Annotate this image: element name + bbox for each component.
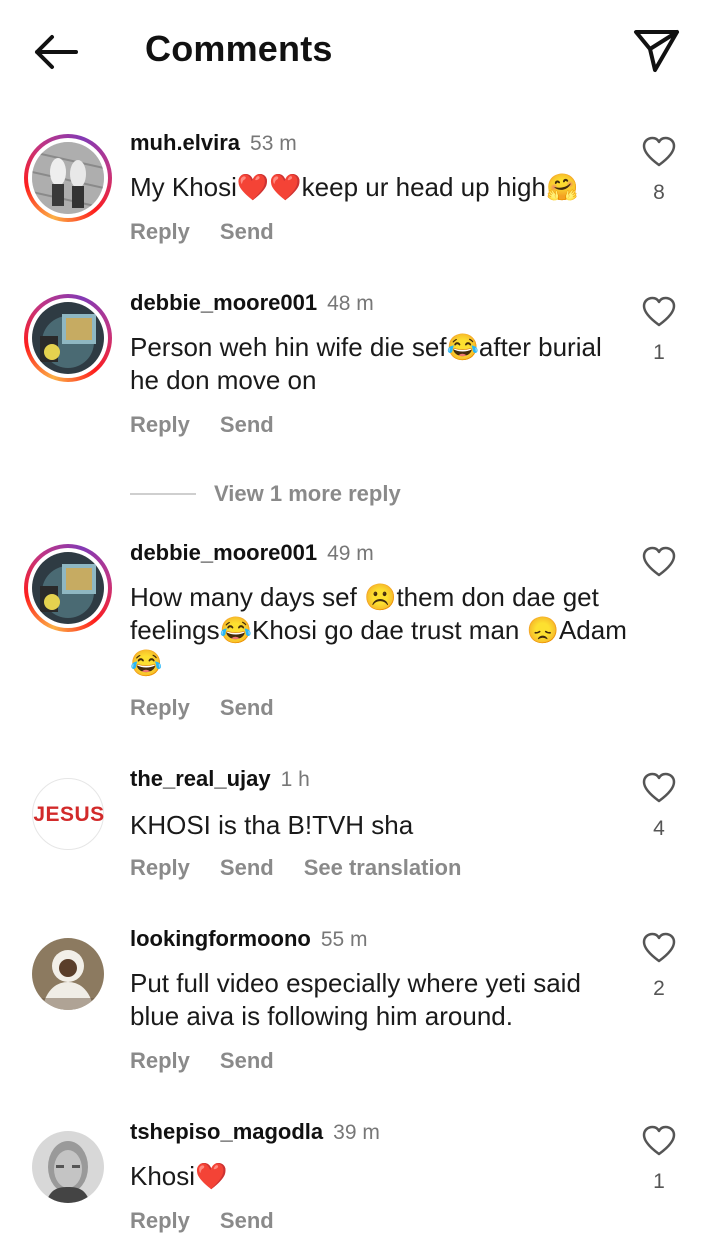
send-button[interactable]: Send xyxy=(220,1208,274,1233)
comment-actions: Reply Send xyxy=(130,219,304,245)
like-count: 1 xyxy=(653,1170,665,1193)
comment-actions: Reply Send xyxy=(130,412,304,438)
like-count: 4 xyxy=(653,817,665,840)
avatar[interactable] xyxy=(24,134,112,222)
timestamp: 48 m xyxy=(327,292,374,315)
reply-button[interactable]: Reply xyxy=(130,219,190,244)
send-button[interactable]: Send xyxy=(220,695,274,720)
avatar-image xyxy=(32,552,104,624)
jesus-logo: JESUS xyxy=(32,778,104,850)
back-arrow-icon[interactable] xyxy=(28,28,84,76)
send-button[interactable]: Send xyxy=(220,1048,274,1073)
comment-text: Put full video especially where yeti sai… xyxy=(130,968,581,1031)
reply-button[interactable]: Reply xyxy=(130,855,190,880)
comment-text: My Khosi❤️❤️keep ur head up high🤗 xyxy=(130,172,579,202)
heart-outline-icon[interactable] xyxy=(642,932,676,964)
heart-outline-icon[interactable] xyxy=(642,772,676,804)
username[interactable]: debbie_moore001 xyxy=(130,540,317,565)
comment-meta: the_real_ujay 1 h xyxy=(130,766,310,792)
reply-button[interactable]: Reply xyxy=(130,412,190,437)
comment-text: KHOSI is tha B!TVH sha xyxy=(130,810,414,840)
username[interactable]: the_real_ujay xyxy=(130,766,271,791)
avatar[interactable] xyxy=(24,294,112,382)
comment-meta: lookingformoono 55 m xyxy=(130,926,368,952)
timestamp: 49 m xyxy=(327,542,374,565)
avatar[interactable]: JESUS xyxy=(24,770,112,858)
timestamp: 39 m xyxy=(333,1121,380,1144)
comment-actions: Reply Send xyxy=(130,1208,304,1234)
like-count: 2 xyxy=(653,977,665,1000)
comment-meta: debbie_moore001 49 m xyxy=(130,540,374,566)
comment-actions: Reply Send xyxy=(130,695,304,721)
view-more-replies-label[interactable]: View 1 more reply xyxy=(214,481,401,507)
avatar-image xyxy=(32,302,104,374)
send-button[interactable]: Send xyxy=(220,855,274,880)
comment-text: How many days sef ☹️them don dae get fee… xyxy=(130,582,627,678)
timestamp: 55 m xyxy=(320,928,368,951)
send-button[interactable]: Send xyxy=(220,219,274,244)
like-count: 1 xyxy=(653,341,665,364)
username[interactable]: lookingformoono xyxy=(130,926,311,951)
reply-button[interactable]: Reply xyxy=(130,1048,190,1073)
avatar-image xyxy=(32,938,104,1010)
reply-button[interactable]: Reply xyxy=(130,695,190,720)
reply-button[interactable]: Reply xyxy=(130,1208,190,1233)
paper-plane-icon[interactable] xyxy=(628,24,684,76)
timestamp: 53 m xyxy=(250,132,297,155)
username[interactable]: muh.elvira xyxy=(130,130,240,155)
heart-outline-icon[interactable] xyxy=(642,1125,676,1157)
like-count: 8 xyxy=(653,181,665,204)
avatar-image: JESUS xyxy=(32,778,104,850)
comment-actions: Reply Send xyxy=(130,1048,304,1074)
comment-meta: tshepiso_magodla 39 m xyxy=(130,1119,380,1145)
heart-outline-icon[interactable] xyxy=(642,296,676,328)
avatar-image xyxy=(32,1131,104,1203)
header-bar: Comments xyxy=(0,0,720,100)
comment-meta: debbie_moore001 48 m xyxy=(130,290,374,316)
comment-text: Person weh hin wife die sef😂after burial… xyxy=(130,332,602,395)
page-title: Comments xyxy=(145,28,333,69)
avatar[interactable] xyxy=(24,930,112,1018)
username[interactable]: tshepiso_magodla xyxy=(130,1119,323,1144)
comment-text: Khosi❤️ xyxy=(130,1161,228,1191)
avatar[interactable] xyxy=(24,544,112,632)
comment-actions: Reply Send See translation xyxy=(130,855,491,881)
send-button[interactable]: Send xyxy=(220,412,274,437)
avatar[interactable] xyxy=(24,1123,112,1211)
heart-outline-icon[interactable] xyxy=(642,546,676,578)
timestamp: 1 h xyxy=(280,768,310,791)
username[interactable]: debbie_moore001 xyxy=(130,290,317,315)
avatar-image xyxy=(32,142,104,214)
see-translation-button[interactable]: See translation xyxy=(304,855,462,880)
avatar-logo-text: JESUS xyxy=(33,803,105,826)
divider-line xyxy=(130,493,196,495)
comment-meta: muh.elvira 53 m xyxy=(130,130,297,156)
heart-outline-icon[interactable] xyxy=(642,136,676,168)
